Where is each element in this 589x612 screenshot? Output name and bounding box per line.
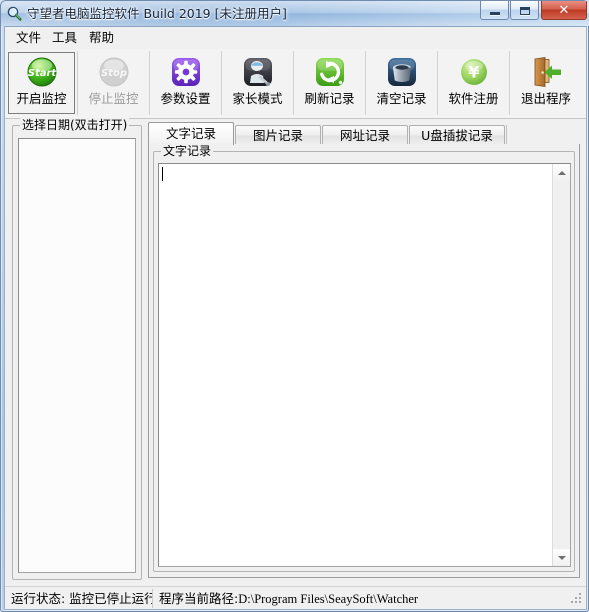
tab-strip: 文字记录 图片记录 网址记录 U盘插拔记录 <box>148 122 580 145</box>
application-window: 守望者电脑监控软件 Build 2019 [未注册用户] ✕ 文件 工具 帮助 <box>0 0 589 612</box>
settings-button[interactable]: 参数设置 <box>150 51 222 115</box>
start-monitor-icon: Start <box>25 55 59 89</box>
refresh-records-button[interactable]: 刷新记录 <box>294 51 366 115</box>
tab-usb-records[interactable]: U盘插拔记录 <box>409 125 505 145</box>
register-label: 软件注册 <box>448 91 499 106</box>
register-button[interactable]: ¥ 软件注册 <box>438 51 510 115</box>
tab-url-records[interactable]: 网址记录 <box>322 125 408 145</box>
menu-help[interactable]: 帮助 <box>84 29 119 47</box>
stop-monitor-button[interactable]: Stop 停止监控 <box>78 51 150 115</box>
stop-monitor-icon: Stop <box>97 55 131 89</box>
menu-file[interactable]: 文件 <box>11 29 46 47</box>
parent-mode-icon <box>241 55 275 89</box>
window-controls: ✕ <box>479 1 587 22</box>
toolbar: Start 开启监控 Stop 停止监控 参数设置 家长模式 刷新记录 清空记录… <box>5 49 586 119</box>
scroll-track[interactable] <box>553 181 570 549</box>
resize-grip-icon[interactable] <box>568 590 584 606</box>
maximize-button[interactable] <box>510 1 539 20</box>
svg-text:¥: ¥ <box>468 63 479 82</box>
settings-label: 参数设置 <box>160 91 211 106</box>
status-bar: 运行状态: 监控已停止运行 程序当前路径:D:\Program Files\Se… <box>5 586 586 609</box>
client-area: 文件 工具 帮助 Start 开启监控 Stop 停止监控 参数设置 家长模式 … <box>4 26 587 610</box>
records-tab-control: 文字记录 图片记录 网址记录 U盘插拔记录 文字记录 <box>148 122 580 578</box>
settings-gear-icon <box>169 55 203 89</box>
scroll-down-icon[interactable] <box>553 549 570 566</box>
text-caret <box>162 167 163 181</box>
magnifier-icon <box>6 5 23 22</box>
exit-label: 退出程序 <box>520 91 571 106</box>
register-yen-icon: ¥ <box>457 55 491 89</box>
exit-button[interactable]: 退出程序 <box>510 51 582 115</box>
menu-bar: 文件 工具 帮助 <box>5 27 586 50</box>
text-records-group-title: 文字记录 <box>161 144 214 158</box>
tab-text-records[interactable]: 文字记录 <box>148 122 234 145</box>
svg-text:Stop: Stop <box>100 68 126 79</box>
date-select-group-title: 选择日期(双击打开) <box>20 118 130 132</box>
window-title: 守望者电脑监控软件 Build 2019 [未注册用户] <box>27 6 287 21</box>
tab-strip-filler <box>506 125 580 145</box>
text-records-group: 文字记录 <box>153 144 575 572</box>
parent-mode-label: 家长模式 <box>232 91 283 106</box>
start-monitor-label: 开启监控 <box>16 91 67 106</box>
tab-image-records[interactable]: 图片记录 <box>235 125 321 145</box>
text-records-textarea[interactable] <box>158 163 571 567</box>
menu-tools[interactable]: 工具 <box>47 29 82 47</box>
stop-monitor-label: 停止监控 <box>88 91 139 106</box>
tab-page-text-records: 文字记录 <box>148 144 580 578</box>
close-button[interactable]: ✕ <box>541 1 587 20</box>
date-list-box[interactable] <box>18 138 136 573</box>
text-records-scrollbar[interactable] <box>552 164 570 566</box>
title-bar[interactable]: 守望者电脑监控软件 Build 2019 [未注册用户] ✕ <box>1 1 589 26</box>
date-select-group: 选择日期(双击打开) <box>12 118 142 580</box>
minimize-button[interactable] <box>480 1 509 20</box>
start-monitor-button[interactable]: Start 开启监控 <box>6 51 78 115</box>
status-text: 运行状态: 监控已停止运行 <box>5 588 153 608</box>
svg-text:Start: Start <box>27 68 57 79</box>
clear-records-label: 清空记录 <box>376 91 427 106</box>
refresh-icon <box>313 55 347 89</box>
clear-records-button[interactable]: 清空记录 <box>366 51 438 115</box>
close-icon: ✕ <box>558 3 570 18</box>
scroll-up-icon[interactable] <box>553 164 570 181</box>
main-panel: 选择日期(双击打开) 文字记录 图片记录 网址记录 U盘插拔记录 文字记录 <box>5 118 586 586</box>
current-path-label: 程序当前路径: <box>159 590 239 606</box>
current-path-pane: 程序当前路径:D:\Program Files\SeaySoft\Watcher <box>153 589 568 608</box>
exit-door-icon <box>529 55 563 89</box>
current-path-value: D:\Program Files\SeaySoft\Watcher <box>238 591 419 606</box>
parent-mode-button[interactable]: 家长模式 <box>222 51 294 115</box>
refresh-records-label: 刷新记录 <box>304 91 355 106</box>
trash-icon <box>385 55 419 89</box>
